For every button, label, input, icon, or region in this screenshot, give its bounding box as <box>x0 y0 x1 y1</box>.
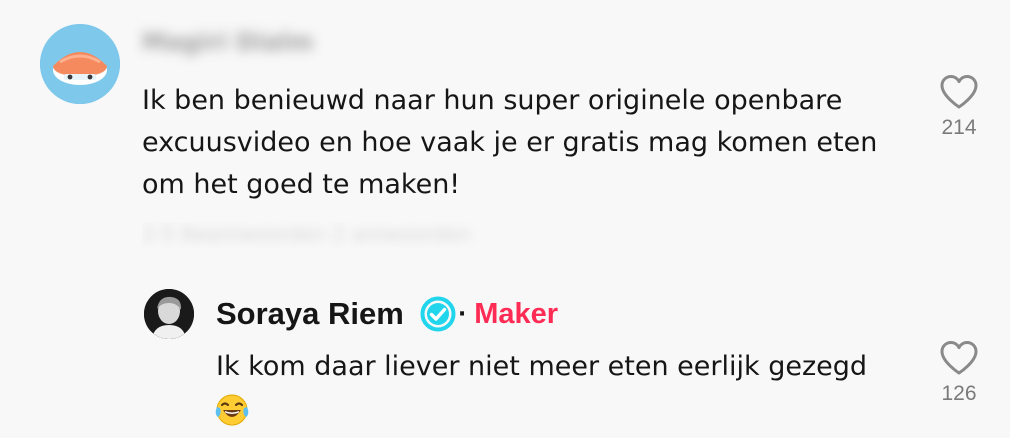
comment-meta-label: 2-5 Beantwoorden 2 antwoorden <box>142 222 471 246</box>
comment-thread: Magiri Dialm Ik ben benieuwd naar hun su… <box>0 0 1010 438</box>
comment-text: Ik ben benieuwd naar hun super originele… <box>142 85 878 200</box>
like-button[interactable]: 214 <box>929 74 989 140</box>
comment-author[interactable]: Magiri Dialm <box>142 28 332 58</box>
reply-like-count: 126 <box>941 382 977 405</box>
person-avatar-icon <box>144 289 194 339</box>
reply-header: Soraya Riem · Maker <box>216 292 558 336</box>
like-count: 214 <box>941 116 977 139</box>
heart-icon <box>940 75 978 109</box>
reply-text: Ik kom daar liever niet meer eten eerlij… <box>216 351 868 382</box>
heart-icon <box>940 341 978 375</box>
face-with-tears-of-joy-icon <box>215 394 249 426</box>
reply-author[interactable]: Soraya Riem <box>216 296 404 332</box>
verified-check-icon <box>420 296 456 332</box>
comment-meta: 2-5 Beantwoorden 2 antwoorden <box>142 222 482 248</box>
separator-dot: · <box>457 301 467 327</box>
reply-like-button[interactable]: 126 <box>929 340 989 406</box>
sushi-avatar-icon <box>40 24 120 104</box>
maker-badge: Maker <box>474 297 559 330</box>
avatar[interactable] <box>40 24 120 104</box>
comment-author-label: Magiri Dialm <box>142 28 314 56</box>
reply-avatar[interactable] <box>144 289 194 339</box>
